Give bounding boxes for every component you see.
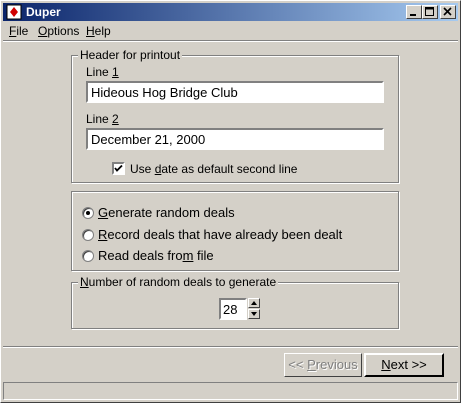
- maximize-button[interactable]: [422, 5, 438, 19]
- menu-options-key: O: [38, 24, 48, 38]
- option-record-key: R: [98, 227, 108, 242]
- use-date-checkbox[interactable]: [112, 162, 125, 175]
- menu-help-key: H: [86, 24, 95, 38]
- option-read-prefix: Read deals fro: [98, 248, 183, 263]
- option-generate-key: G: [98, 205, 109, 220]
- count-legend: Number of random deals to generate: [78, 275, 279, 289]
- arrow-up-icon: [251, 301, 257, 305]
- previous-key: P: [307, 357, 316, 372]
- radio-read[interactable]: [82, 250, 94, 262]
- arrow-down-icon: [251, 312, 257, 316]
- spin-up-button[interactable]: [248, 298, 260, 308]
- previous-rest: revious: [315, 357, 358, 372]
- app-icon[interactable]: [6, 4, 22, 20]
- menu-file-rest: ile: [16, 24, 29, 38]
- line1-input[interactable]: Hideous Hog Bridge Club: [86, 81, 384, 103]
- menu-separator: [3, 40, 458, 42]
- mode-groupbox: Generate random deals Record deals that …: [71, 191, 399, 271]
- next-button[interactable]: Next >>: [364, 353, 444, 377]
- option-generate-rest: enerate random deals: [108, 205, 235, 220]
- menu-file[interactable]: File: [9, 24, 28, 38]
- minimize-button[interactable]: [406, 5, 422, 19]
- option-generate-label[interactable]: Generate random deals: [98, 205, 235, 220]
- radio-generate[interactable]: [82, 207, 94, 219]
- line2-label-prefix: Line: [86, 112, 113, 126]
- previous-prefix: <<: [288, 357, 308, 372]
- count-groupbox: Number of random deals to generate 28: [71, 275, 399, 329]
- header-groupbox: Header for printout Line 1 Hideous Hog B…: [71, 48, 399, 183]
- deal-count-value: 28: [223, 302, 238, 317]
- option-record-rest: ecord deals that have already been dealt: [107, 227, 343, 242]
- use-date-rest: ate as default second line: [161, 162, 298, 176]
- line2-label-key: 2: [112, 112, 119, 126]
- count-legend-rest: umber of random deals to generate: [88, 275, 277, 289]
- menu-help[interactable]: Help: [86, 24, 111, 38]
- radio-record[interactable]: [82, 229, 94, 241]
- checkmark-icon: [114, 164, 123, 172]
- use-date-prefix: Use: [130, 162, 155, 176]
- radio-selected-dot: [86, 211, 90, 215]
- line1-label: Line 1: [86, 65, 119, 79]
- menu-options[interactable]: Options: [38, 24, 79, 38]
- next-key: N: [381, 357, 391, 372]
- line1-label-key: 1: [112, 65, 119, 79]
- duper-window: Duper File Options Help Header for print…: [0, 0, 461, 403]
- line2-input[interactable]: December 21, 2000: [86, 128, 384, 150]
- option-read-key: m: [182, 248, 194, 263]
- menu-help-rest: elp: [94, 24, 111, 38]
- title-bar[interactable]: Duper: [3, 3, 458, 21]
- option-record-label[interactable]: Record deals that have already been deal…: [98, 227, 342, 242]
- window-title: Duper: [26, 5, 61, 19]
- spin-down-button[interactable]: [248, 309, 260, 319]
- deal-count-input[interactable]: 28: [219, 298, 247, 320]
- status-bar: [3, 382, 458, 400]
- line1-value: Hideous Hog Bridge Club: [91, 85, 238, 100]
- menu-bar: File Options Help: [3, 22, 458, 40]
- option-read-label[interactable]: Read deals from file: [98, 248, 214, 263]
- close-button[interactable]: [440, 5, 456, 19]
- line1-label-prefix: Line: [86, 65, 113, 79]
- line2-label: Line 2: [86, 112, 119, 126]
- bottom-separator: [3, 346, 458, 348]
- use-date-label[interactable]: Use date as default second line: [130, 162, 297, 176]
- header-legend: Header for printout: [78, 48, 183, 62]
- line2-value: December 21, 2000: [91, 132, 206, 147]
- menu-options-rest: ptions: [47, 24, 80, 38]
- option-read-rest: file: [193, 248, 214, 263]
- next-rest: ext >>: [390, 357, 427, 372]
- count-legend-key: N: [80, 275, 89, 289]
- previous-button[interactable]: << Previous: [284, 353, 362, 377]
